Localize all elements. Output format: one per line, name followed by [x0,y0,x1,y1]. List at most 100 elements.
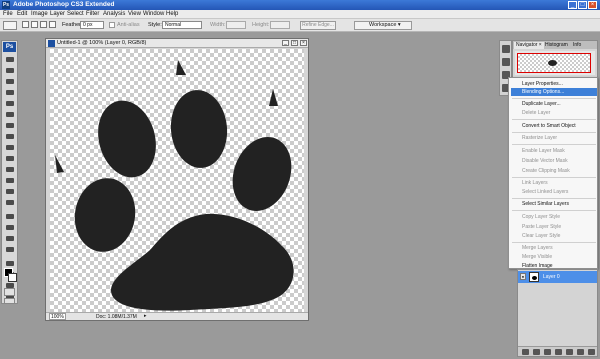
slice-icon[interactable] [5,111,15,118]
menu-image[interactable]: Image [31,11,48,17]
menu-help[interactable]: Help [166,11,178,17]
menu-edit[interactable]: Edit [17,11,27,17]
tool-presets-icon[interactable] [502,58,510,66]
eraser-icon[interactable] [5,166,15,173]
tab-navigator[interactable]: Navigator × [514,42,544,49]
menu-enable-layer-mask[interactable]: Enable Layer Mask [522,148,565,154]
document-titlebar[interactable]: Untitled-1 @ 100% (Layer 0, RGB/8) _ □ × [46,39,308,48]
menu-disable-vector-mask[interactable]: Disable Vector Mask [522,158,568,164]
menu-bar: File Edit Image Layer Select Filter Anal… [0,10,600,19]
intersect-selection-icon[interactable] [49,21,56,28]
menu-clear-layer-style[interactable]: Clear Layer Style [522,233,560,239]
menu-convert-smart-object[interactable]: Convert to Smart Object [522,123,576,129]
blur-icon[interactable] [5,188,15,195]
menu-layer[interactable]: Layer [50,11,65,17]
subtract-selection-icon[interactable] [40,21,47,28]
menu-select-linked-layers[interactable]: Select Linked Layers [522,189,568,195]
zoom-field[interactable]: 100% [49,313,66,320]
magic-wand-icon[interactable] [5,89,15,96]
tool-preset-picker[interactable] [3,21,17,30]
marquee-icon[interactable] [5,67,15,74]
new-selection-icon[interactable] [22,21,29,28]
maximize-button[interactable]: □ [578,1,587,9]
add-selection-icon[interactable] [31,21,38,28]
menu-paste-layer-style[interactable]: Paste Layer Style [522,224,561,230]
fx-icon[interactable] [533,349,540,355]
layers-panel: ● Layer 0 [517,269,598,357]
menu-layer-properties[interactable]: Layer Properties... [522,81,563,87]
menu-link-layers[interactable]: Link Layers [522,180,548,186]
canvas[interactable] [50,49,304,312]
menu-merge-layers[interactable]: Merge Layers [522,245,553,251]
width-label: Width: [210,22,226,28]
screen-mode-icon[interactable] [4,298,15,304]
menu-analysis[interactable]: Analysis [103,11,125,17]
menu-duplicate-layer[interactable]: Duplicate Layer... [522,101,561,107]
menu-select-similar-layers[interactable]: Select Similar Layers [522,201,569,207]
doc-close-button[interactable]: × [300,40,307,46]
menu-copy-layer-style[interactable]: Copy Layer Style [522,214,560,220]
minimize-button[interactable]: _ [568,1,577,9]
height-label: Height: [252,22,270,28]
paw-print-image [55,60,294,311]
menu-window[interactable]: Window [143,11,164,17]
menu-select[interactable]: Select [67,11,84,17]
new-group-icon[interactable] [566,349,573,355]
navigator-thumbnail[interactable] [515,51,595,75]
ps-logo[interactable]: Ps [3,42,16,52]
shape-icon[interactable] [5,246,15,253]
menu-blending-options[interactable]: Blending Options... [522,89,564,95]
close-button[interactable]: × [588,1,597,9]
add-mask-icon[interactable] [544,349,551,355]
background-color-swatch[interactable] [8,273,17,282]
menu-separator [512,132,596,133]
doc-maximize-button[interactable]: □ [291,40,298,46]
brush-icon[interactable] [5,133,15,140]
tab-info[interactable]: Info [571,42,583,49]
gradient-icon[interactable] [5,177,15,184]
history-brush-icon[interactable] [5,155,15,162]
menu-file[interactable]: File [3,11,13,17]
style-select[interactable]: Normal [162,21,202,29]
lasso-icon[interactable] [5,78,15,85]
menu-separator [512,177,596,178]
menu-view[interactable]: View [128,11,141,17]
width-input[interactable] [226,21,246,29]
doc-minimize-button[interactable]: _ [282,40,289,46]
notes-icon[interactable] [5,260,15,267]
photoshop-app-icon[interactable]: Ps [2,1,10,9]
path-select-icon[interactable] [5,235,15,242]
adjustment-layer-icon[interactable] [555,349,562,355]
tab-histogram[interactable]: Histogram [543,42,570,49]
crop-icon[interactable] [5,100,15,107]
new-layer-icon[interactable] [577,349,584,355]
menu-filter[interactable]: Filter [86,11,99,17]
menu-merge-visible[interactable]: Merge Visible [522,254,552,260]
refine-edge-button[interactable]: Refine Edge... [300,21,336,30]
doc-size-info[interactable]: Doc: 1.08M/1.37M [96,314,137,320]
height-input[interactable] [270,21,290,29]
menu-delete-layer[interactable]: Delete Layer [522,110,550,116]
healing-icon[interactable] [5,122,15,129]
pen-icon[interactable] [5,213,15,220]
menu-separator [512,119,596,120]
menu-separator [512,98,596,99]
feather-input[interactable]: 0 px [80,21,104,29]
layer-context-menu: Layer Properties... Blending Options... … [508,77,598,269]
antialias-checkbox[interactable] [109,22,115,28]
menu-create-clipping-mask[interactable]: Create Clipping Mask [522,168,570,174]
workspace-button[interactable]: Workspace ▾ [354,21,412,30]
link-layers-icon[interactable] [522,349,529,355]
quick-mask-icon[interactable] [4,288,15,296]
brushes-panel-icon[interactable] [502,45,510,53]
type-icon[interactable] [5,224,15,231]
layer-row[interactable]: ● Layer 0 [518,271,597,283]
document-statusbar: 100% Doc: 1.08M/1.37M ▸ [46,312,308,320]
menu-rasterize-layer[interactable]: Rasterize Layer [522,135,557,141]
move-icon[interactable] [5,56,15,63]
eye-icon[interactable]: ● [520,273,526,280]
clone-stamp-icon[interactable] [5,144,15,151]
dodge-icon[interactable] [5,199,15,206]
status-menu-arrow-icon[interactable]: ▸ [144,313,147,319]
trash-icon[interactable] [588,349,595,355]
